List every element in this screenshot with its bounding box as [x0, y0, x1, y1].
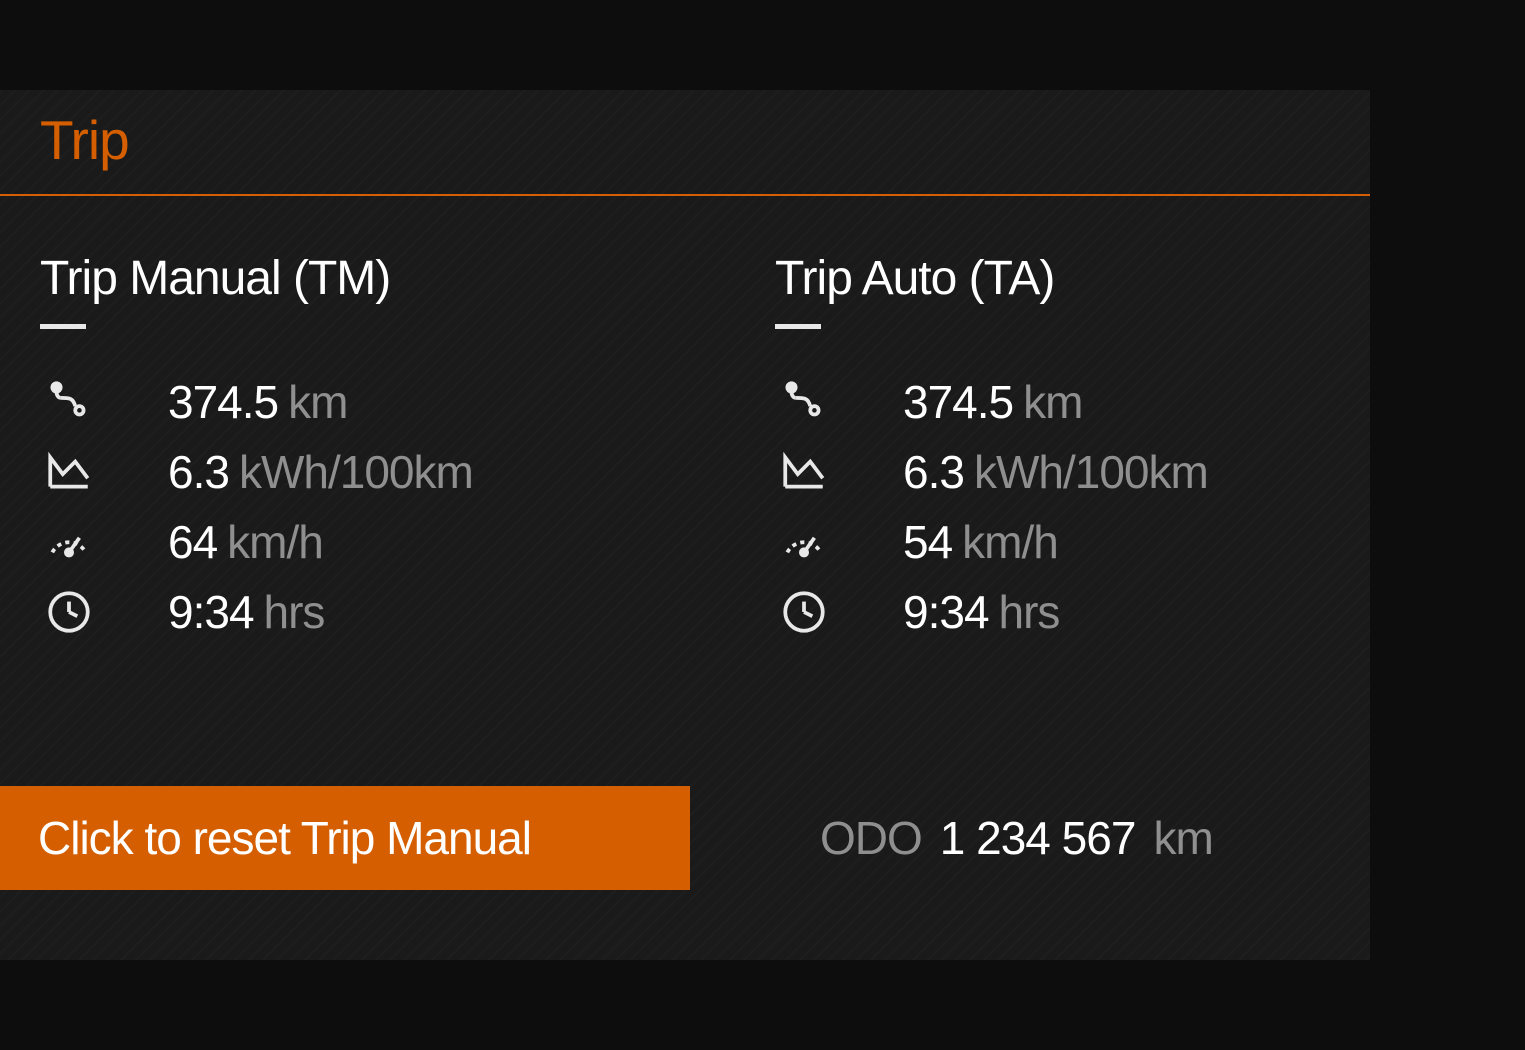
speed-icon — [775, 513, 833, 571]
clock-icon — [775, 583, 833, 641]
consumption-icon — [40, 443, 98, 501]
divider — [40, 324, 86, 329]
time-unit: hrs — [999, 585, 1060, 639]
odometer-value: 1 234 567 — [940, 811, 1136, 865]
speed-value: 54 — [903, 515, 952, 569]
panel-header: Trip — [0, 90, 1370, 196]
trip-columns: Trip Manual (TM) 374.5 km 6.3 kWh/100km — [0, 196, 1370, 647]
odometer: ODO 1 234 567 km — [820, 811, 1213, 865]
distance-value: 374.5 — [168, 375, 278, 429]
trip-manual-speed: 64 km/h — [40, 507, 595, 577]
panel-footer: Click to reset Trip Manual ODO 1 234 567… — [0, 786, 1370, 890]
trip-auto-time: 9:34 hrs — [775, 577, 1330, 647]
consumption-value: 6.3 — [168, 445, 229, 499]
speed-icon — [40, 513, 98, 571]
route-icon — [775, 373, 833, 431]
time-value: 9:34 — [168, 585, 254, 639]
distance-value: 374.5 — [903, 375, 1013, 429]
odometer-label: ODO — [820, 811, 922, 865]
trip-auto-title: Trip Auto (TA) — [775, 251, 1330, 306]
distance-unit: km — [288, 375, 347, 429]
trip-auto-consumption: 6.3 kWh/100km — [775, 437, 1330, 507]
speed-unit: km/h — [227, 515, 323, 569]
consumption-icon — [775, 443, 833, 501]
consumption-value: 6.3 — [903, 445, 964, 499]
odometer-unit: km — [1153, 811, 1212, 865]
panel-title: Trip — [40, 108, 129, 172]
consumption-unit: kWh/100km — [974, 445, 1208, 499]
trip-auto-distance: 374.5 km — [775, 367, 1330, 437]
distance-unit: km — [1023, 375, 1082, 429]
time-value: 9:34 — [903, 585, 989, 639]
divider — [775, 324, 821, 329]
route-icon — [40, 373, 98, 431]
trip-panel: Trip Trip Manual (TM) 374.5 km 6.3 kWh/ — [0, 90, 1370, 960]
speed-value: 64 — [168, 515, 217, 569]
speed-unit: km/h — [962, 515, 1058, 569]
trip-manual-consumption: 6.3 kWh/100km — [40, 437, 595, 507]
trip-manual-title: Trip Manual (TM) — [40, 251, 595, 306]
time-unit: hrs — [264, 585, 325, 639]
trip-manual-time: 9:34 hrs — [40, 577, 595, 647]
consumption-unit: kWh/100km — [239, 445, 473, 499]
trip-manual-column: Trip Manual (TM) 374.5 km 6.3 kWh/100km — [40, 251, 595, 647]
clock-icon — [40, 583, 98, 641]
trip-auto-column: Trip Auto (TA) 374.5 km 6.3 kWh/100km — [775, 251, 1330, 647]
trip-auto-speed: 54 km/h — [775, 507, 1330, 577]
reset-trip-manual-button[interactable]: Click to reset Trip Manual — [0, 786, 690, 890]
trip-manual-distance: 374.5 km — [40, 367, 595, 437]
